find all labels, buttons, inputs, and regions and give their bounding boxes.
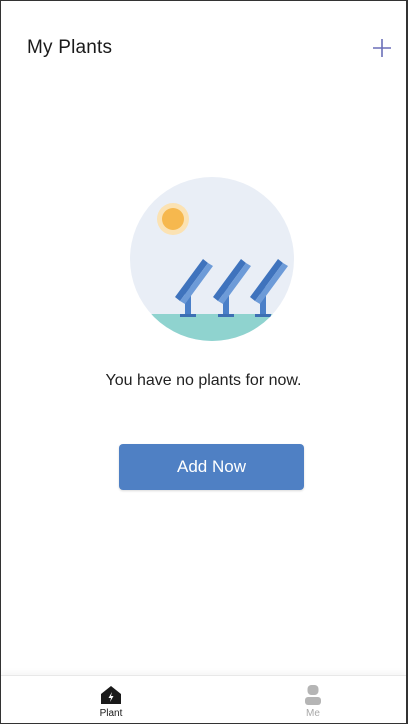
add-now-button[interactable]: Add Now [119, 444, 304, 490]
tab-me[interactable]: Me [283, 676, 343, 723]
bottom-tab-bar: Plant Me [1, 675, 406, 723]
app-screen: My Plants You have no plants for now. Ad… [0, 0, 408, 724]
solar-panels-illustration [130, 177, 294, 341]
empty-state-message: You have no plants for now. [105, 372, 302, 389]
header: My Plants [1, 1, 406, 96]
tab-me-label: Me [306, 708, 320, 719]
page-title: My Plants [27, 37, 113, 58]
user-icon [302, 684, 324, 706]
tab-plant[interactable]: Plant [81, 676, 141, 723]
house-bolt-icon [100, 684, 122, 706]
plus-icon[interactable] [372, 37, 392, 59]
tab-plant-label: Plant [99, 708, 123, 719]
